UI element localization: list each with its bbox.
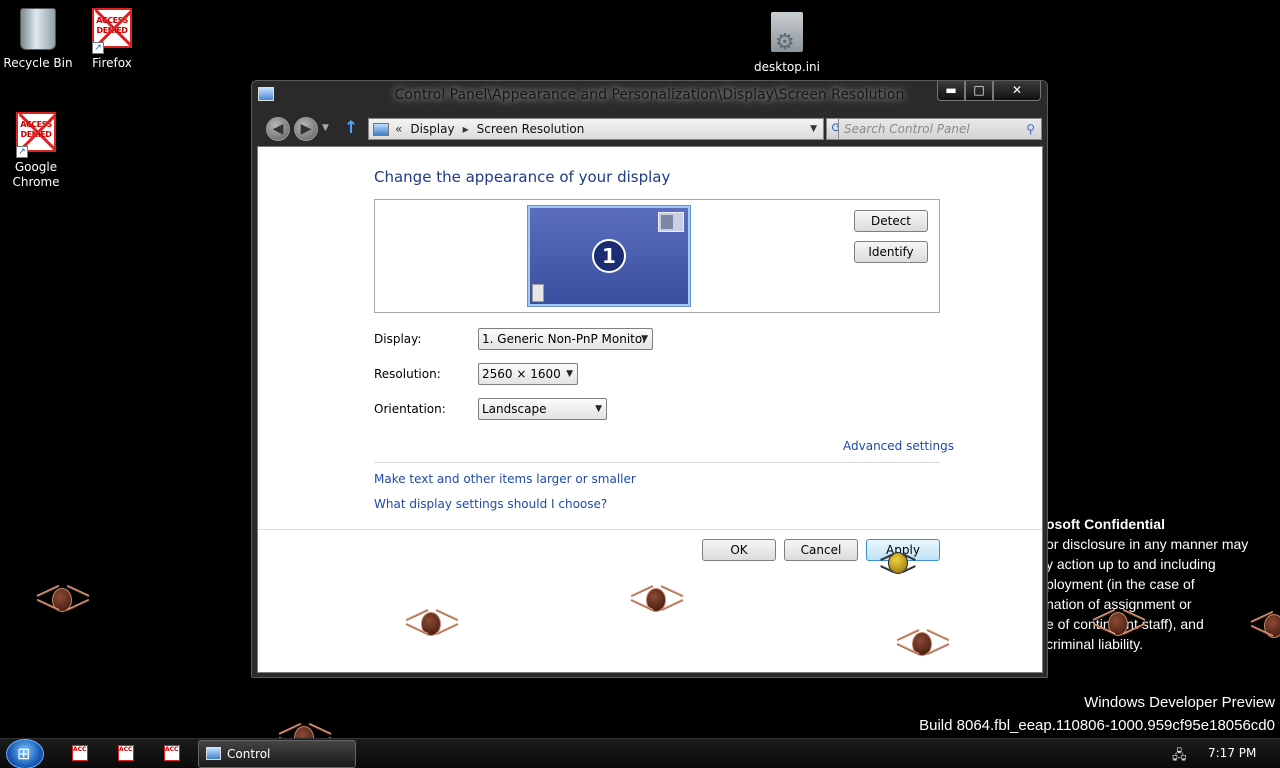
desktop-icon-label: Recycle Bin	[3, 56, 73, 70]
search-placeholder: Search Control Panel	[844, 122, 970, 136]
maximize-button[interactable]: □	[965, 81, 993, 101]
spider-sprite	[1090, 598, 1146, 648]
clock[interactable]: 7:17 PM	[1208, 739, 1256, 768]
taskbar-preview-icon	[532, 284, 544, 302]
spider-sprite	[403, 598, 459, 648]
shortcut-arrow-icon: ↗	[92, 42, 104, 54]
cancel-button[interactable]: Cancel	[784, 539, 858, 561]
orientation-select[interactable]: Landscape ▼	[478, 398, 607, 420]
control-panel-icon	[373, 122, 389, 136]
confidential-line: y action up to and including	[1046, 556, 1216, 572]
orientation-value: Landscape	[482, 402, 547, 416]
footer-divider	[258, 529, 1042, 530]
display-select[interactable]: 1. Generic Non-PnP Monitor ▼	[478, 328, 653, 350]
forward-button[interactable]: ▶	[294, 117, 318, 141]
title-bar[interactable]: Control Panel\Appearance and Personaliza…	[252, 81, 1047, 111]
confidential-line: ployment (in the case of	[1046, 576, 1195, 592]
monitor-1-tile[interactable]: 1	[527, 205, 691, 307]
taskbar-item-control-panel[interactable]: Control Panel\Appea...	[198, 740, 356, 768]
control-panel-icon	[258, 87, 274, 101]
spider-sprite	[894, 618, 950, 668]
build-watermark-line2: Build 8064.fbl_eeap.110806-1000.959cf95e…	[919, 717, 1275, 734]
desktop-icon-recycle-bin[interactable]: Recycle Bin	[0, 8, 76, 71]
desktop-icon-google-chrome[interactable]: ACCESS DENIED ↗ Google Chrome	[0, 112, 74, 190]
spider-sprite	[628, 574, 684, 624]
taskbar: ACCESS ACCESS ACCESS Control Panel\Appea…	[0, 738, 1280, 768]
monitor-arrangement-panel: 1 Detect Identify	[374, 199, 940, 313]
divider	[374, 462, 940, 463]
arrow-left-icon: ◀	[272, 121, 284, 137]
desktop-icon-label: Google Chrome	[12, 160, 60, 189]
caption-buttons: ▬ □ ✕	[937, 81, 1041, 101]
access-denied-icon[interactable]: ACCESS	[164, 745, 180, 761]
confidential-line: or disclosure in any manner may	[1046, 536, 1249, 552]
chevron-down-icon: ▼	[566, 369, 573, 379]
access-denied-icon[interactable]: ACCESS	[72, 745, 88, 761]
access-denied-icon[interactable]: ACCESS	[118, 745, 134, 761]
close-button[interactable]: ✕	[993, 81, 1041, 101]
detect-button[interactable]: Detect	[854, 210, 928, 232]
confidential-title: osoft Confidential	[1046, 516, 1165, 532]
navigation-bar: ◀ ▶ ▼ ↑ « Display ▸ Screen Resolution ▼ …	[252, 113, 1047, 143]
network-icon[interactable]: 🖧	[1172, 746, 1187, 768]
resolution-label: Resolution:	[374, 367, 441, 381]
chevron-down-icon: ▼	[595, 404, 602, 414]
chevron-down-icon: ▼	[641, 334, 648, 344]
chevron-down-icon[interactable]: ▼	[810, 119, 817, 139]
orientation-label: Orientation:	[374, 402, 446, 416]
control-panel-icon	[206, 747, 221, 760]
window-preview-icon	[658, 212, 684, 232]
display-value: 1. Generic Non-PnP Monitor	[482, 332, 648, 346]
minimize-button[interactable]: ▬	[937, 81, 965, 101]
recent-pages-dropdown[interactable]: ▼	[322, 123, 329, 133]
text-size-link[interactable]: Make text and other items larger or smal…	[374, 472, 636, 486]
start-button[interactable]	[6, 739, 44, 768]
identify-button[interactable]: Identify	[854, 241, 928, 263]
arrow-right-icon: ▶	[300, 121, 312, 137]
spider-sprite	[34, 574, 90, 624]
window-title: Control Panel\Appearance and Personaliza…	[394, 87, 905, 103]
monitor-number: 1	[592, 239, 626, 273]
build-watermark-line1: Windows Developer Preview	[1084, 694, 1275, 711]
breadcrumb-overflow[interactable]: «	[395, 119, 402, 139]
advanced-settings-link[interactable]: Advanced settings	[843, 439, 954, 453]
recycle-bin-icon	[16, 8, 60, 52]
breadcrumb-screen-resolution[interactable]: Screen Resolution	[477, 119, 585, 139]
display-settings-help-link[interactable]: What display settings should I choose?	[374, 497, 607, 511]
desktop-icon-desktop-ini[interactable]: desktop.ini	[749, 12, 825, 75]
ok-button[interactable]: OK	[702, 539, 776, 561]
spider-sprite	[1224, 600, 1280, 650]
page-title: Change the appearance of your display	[374, 168, 671, 186]
breadcrumb-separator[interactable]: ▸	[463, 119, 469, 139]
access-denied-icon: ACCESS DENIED ↗	[14, 112, 58, 158]
resolution-select[interactable]: 2560 × 1600 ▼	[478, 363, 578, 385]
breadcrumb-display[interactable]: Display	[410, 119, 454, 139]
access-denied-icon: ACCESS DENIED ↗	[90, 8, 134, 54]
spider-sprite	[880, 546, 916, 582]
search-icon[interactable]: ⚲	[1026, 119, 1035, 139]
display-label: Display:	[374, 332, 422, 346]
taskbar-item-label: Control Panel\Appea...	[227, 747, 271, 761]
up-button[interactable]: ↑	[344, 118, 358, 138]
search-input[interactable]: Search Control Panel ⚲	[838, 118, 1042, 140]
address-bar[interactable]: « Display ▸ Screen Resolution ▼	[368, 118, 824, 140]
desktop-icon-label: Firefox	[92, 56, 132, 70]
shortcut-arrow-icon: ↗	[16, 146, 28, 158]
desktop-icon-firefox[interactable]: ACCESS DENIED ↗ Firefox	[74, 8, 150, 71]
resolution-value: 2560 × 1600	[482, 367, 561, 381]
settings-file-icon	[765, 12, 809, 56]
back-button[interactable]: ◀	[266, 117, 290, 141]
desktop-icon-label: desktop.ini	[754, 60, 820, 74]
